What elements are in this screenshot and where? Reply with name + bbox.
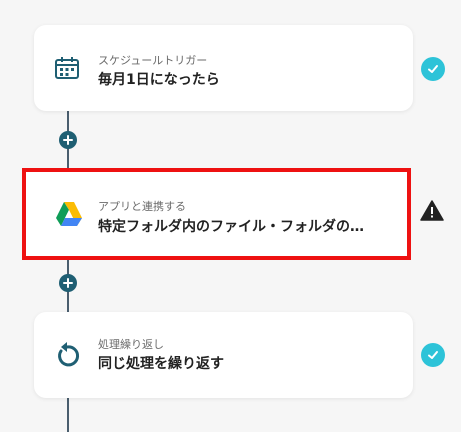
plus-icon [63,135,73,145]
add-step-button[interactable] [59,274,77,292]
google-drive-icon [54,199,84,229]
flow-connector-line [67,398,69,432]
step-type-label: 処理繰り返し [98,338,164,351]
step-title: 特定フォルダ内のファイル・フォルダの… [98,219,364,235]
step-complete-check-icon [421,343,445,367]
step-complete-check-icon [421,57,445,81]
step-title: 同じ処理を繰り返す [98,356,224,372]
plus-icon [63,278,73,288]
step-title: 毎月1日になったら [98,72,220,88]
loop-arrow-icon [52,341,82,371]
step-card-schedule-trigger[interactable]: スケジュールトリガー 毎月1日になったら [34,25,413,111]
step-card-loop[interactable]: 処理繰り返し 同じ処理を繰り返す [34,312,413,398]
warning-icon [420,198,444,222]
add-step-button[interactable] [59,131,77,149]
calendar-clock-icon [52,53,82,83]
step-type-label: アプリと連携する [98,200,186,213]
step-card-app-integration[interactable]: アプリと連携する 特定フォルダ内のファイル・フォルダの… [22,168,411,260]
step-type-label: スケジュールトリガー [98,54,208,67]
